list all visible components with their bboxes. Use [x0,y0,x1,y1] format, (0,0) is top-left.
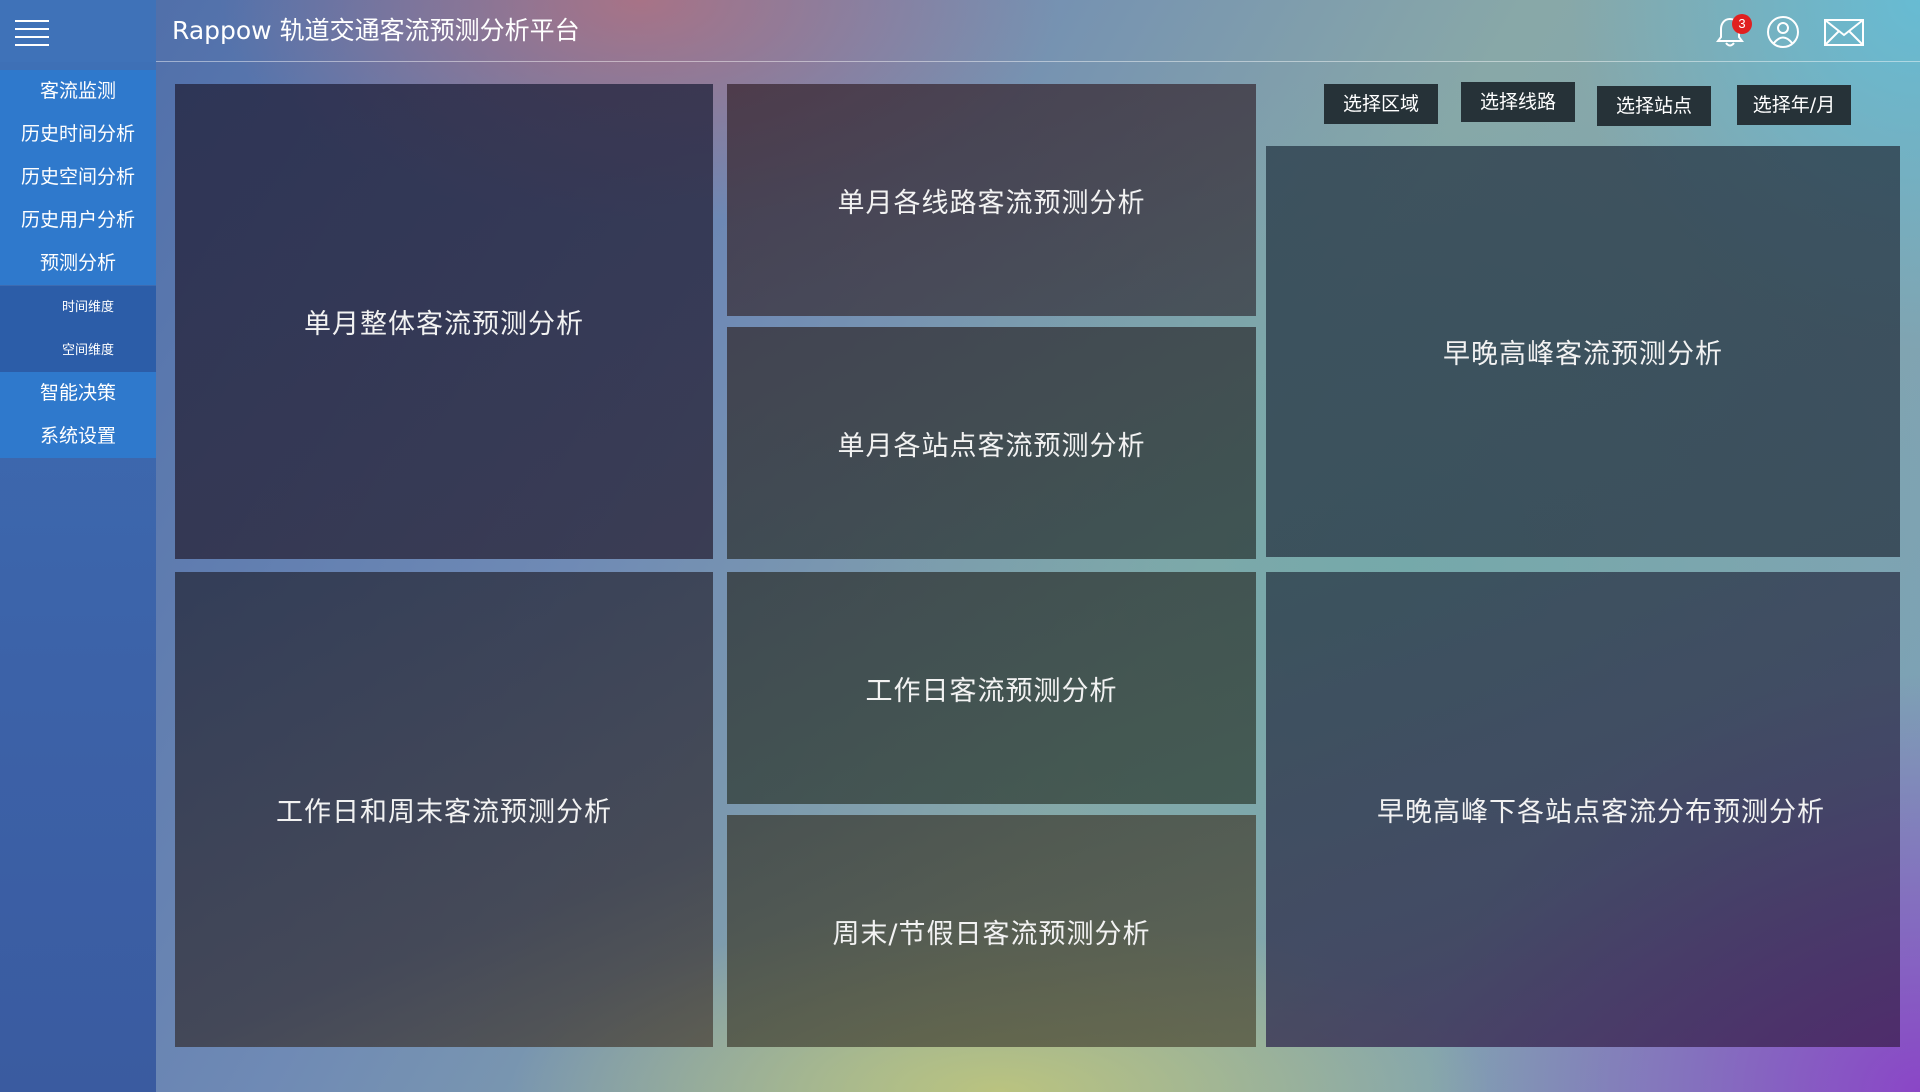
panel-title: 单月各站点客流预测分析 [837,430,1146,462]
panel-monthly-stations[interactable]: 单月各站点客流预测分析 [727,327,1256,559]
select-station-button[interactable]: 选择站点 [1597,86,1711,126]
panel-peak-stations[interactable]: 早晚高峰下各站点客流分布预测分析 [1266,572,1900,1047]
notification-badge: 3 [1732,14,1752,34]
panel-title: 早晚高峰客流预测分析 [1443,339,1723,370]
sidebar-item-smart-decision[interactable]: 智能决策 [0,372,156,415]
panel-title: 周末/节假日客流预测分析 [832,918,1151,950]
panel-title: 单月整体客流预测分析 [304,309,584,340]
panel-title: 工作日客流预测分析 [865,675,1118,707]
panel-weekend-holiday[interactable]: 周末/节假日客流预测分析 [727,815,1256,1047]
sidebar-item-system-settings[interactable]: 系统设置 [0,415,156,458]
panel-monthly-lines[interactable]: 单月各线路客流预测分析 [727,84,1256,316]
menu-toggle-button[interactable] [0,0,156,62]
select-line-button[interactable]: 选择线路 [1461,82,1575,122]
sidebar: 客流监测 历史时间分析 历史空间分析 历史用户分析 预测分析 时间维度 空间维度… [0,62,156,1092]
panel-workday[interactable]: 工作日客流预测分析 [727,572,1256,804]
sidebar-item-passenger-monitoring[interactable]: 客流监测 [0,70,156,113]
sidebar-item-history-user[interactable]: 历史用户分析 [0,199,156,242]
sidebar-subitem-time-dimension[interactable]: 时间维度 [0,286,156,329]
select-year-month-button[interactable]: 选择年/月 [1737,85,1851,125]
app-title: Rappow 轨道交通客流预测分析平台 [172,16,580,45]
sidebar-item-prediction[interactable]: 预测分析 [0,242,156,285]
panel-title: 单月各线路客流预测分析 [837,187,1146,219]
panel-monthly-overall[interactable]: 单月整体客流预测分析 [175,84,713,559]
user-icon [1767,16,1799,48]
sidebar-item-history-space[interactable]: 历史空间分析 [0,156,156,199]
top-bar: Rappow 轨道交通客流预测分析平台 3 [0,0,1920,62]
sidebar-subitem-space-dimension[interactable]: 空间维度 [0,329,156,372]
user-profile-button[interactable] [1765,14,1801,50]
mail-icon [1824,19,1864,46]
panel-title: 工作日和周末客流预测分析 [276,797,612,828]
panel-title: 早晚高峰下各站点客流分布预测分析 [1377,797,1825,828]
panel-workday-weekend[interactable]: 工作日和周末客流预测分析 [175,572,713,1047]
select-region-button[interactable]: 选择区域 [1324,84,1438,124]
sidebar-item-history-time[interactable]: 历史时间分析 [0,113,156,156]
panel-peak-hours[interactable]: 早晚高峰客流预测分析 [1266,146,1900,557]
messages-button[interactable] [1823,14,1865,50]
